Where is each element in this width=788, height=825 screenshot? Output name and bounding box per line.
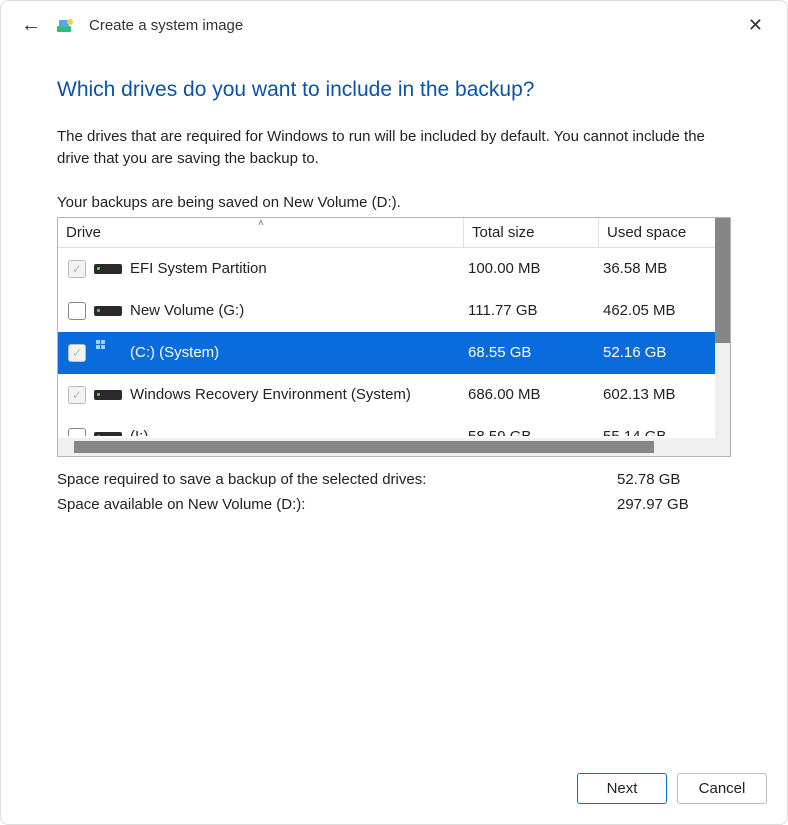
- drive-name: Windows Recovery Environment (System): [130, 386, 460, 403]
- drive-used-space: 55.14 GB: [595, 428, 730, 436]
- hdd-icon: [94, 260, 122, 278]
- drive-name: (C:) (System): [130, 344, 460, 361]
- sort-caret-icon[interactable]: ˄: [258, 218, 264, 229]
- drive-used-space: 52.16 GB: [595, 344, 730, 361]
- table-row[interactable]: Windows Recovery Environment (System)686…: [58, 374, 730, 416]
- table-row[interactable]: (C:) (System)68.55 GB52.16 GB: [58, 332, 730, 374]
- close-icon[interactable]: ✕: [740, 13, 771, 38]
- drive-checkbox: [68, 344, 86, 362]
- table-row[interactable]: (I:)58.59 GB55.14 GB: [58, 416, 730, 436]
- windows-drive-icon: [94, 344, 122, 362]
- drive-checkbox[interactable]: [68, 302, 86, 320]
- drives-table: ˄ Drive Total size Used space EFI System…: [57, 217, 731, 457]
- save-location-text: Your backups are being saved on New Volu…: [57, 194, 731, 211]
- drive-name: New Volume (G:): [130, 302, 460, 319]
- window-title: Create a system image: [89, 17, 243, 34]
- drive-checkbox: [68, 260, 86, 278]
- next-button[interactable]: Next: [577, 773, 667, 804]
- drive-name: EFI System Partition: [130, 260, 460, 277]
- column-header-used-space[interactable]: Used space: [598, 218, 730, 247]
- column-header-total-size[interactable]: Total size: [463, 218, 598, 247]
- table-row[interactable]: EFI System Partition100.00 MB36.58 MB: [58, 248, 730, 290]
- drive-total-size: 58.59 GB: [460, 428, 595, 436]
- drive-checkbox[interactable]: [68, 428, 86, 436]
- table-row[interactable]: New Volume (G:)111.77 GB462.05 MB: [58, 290, 730, 332]
- space-required-value: 52.78 GB: [617, 471, 680, 488]
- drive-used-space: 602.13 MB: [595, 386, 730, 403]
- horizontal-scroll-thumb[interactable]: [74, 441, 654, 453]
- table-header-row: ˄ Drive Total size Used space: [58, 218, 730, 248]
- vertical-scroll-thumb[interactable]: [715, 218, 730, 343]
- space-available-label: Space available on New Volume (D:):: [57, 496, 617, 513]
- hdd-icon: [94, 386, 122, 404]
- page-heading: Which drives do you want to include in t…: [57, 78, 731, 102]
- drive-used-space: 462.05 MB: [595, 302, 730, 319]
- drive-total-size: 111.77 GB: [460, 302, 595, 319]
- back-arrow-icon[interactable]: ←: [21, 14, 41, 37]
- page-description: The drives that are required for Windows…: [57, 126, 731, 170]
- drive-total-size: 68.55 GB: [460, 344, 595, 361]
- horizontal-scrollbar[interactable]: [58, 438, 730, 456]
- vertical-scrollbar[interactable]: [715, 218, 730, 438]
- cancel-button[interactable]: Cancel: [677, 773, 767, 804]
- hdd-icon: [94, 302, 122, 320]
- drive-name: (I:): [130, 428, 460, 436]
- drive-checkbox: [68, 386, 86, 404]
- drive-used-space: 36.58 MB: [595, 260, 730, 277]
- system-image-icon: [55, 16, 75, 36]
- space-required-label: Space required to save a backup of the s…: [57, 471, 617, 488]
- hdd-icon: [94, 428, 122, 436]
- drive-total-size: 686.00 MB: [460, 386, 595, 403]
- space-available-value: 297.97 GB: [617, 496, 689, 513]
- drive-total-size: 100.00 MB: [460, 260, 595, 277]
